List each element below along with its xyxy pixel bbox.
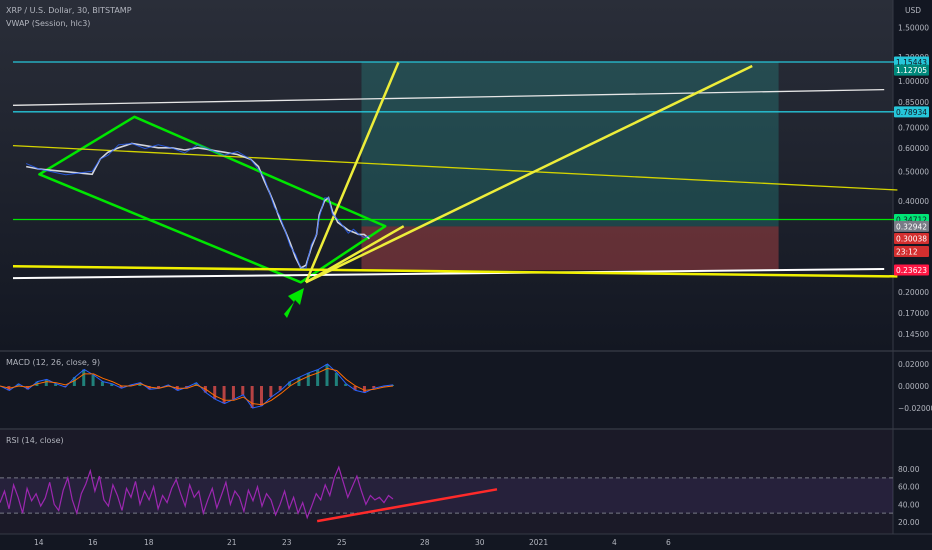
rsi-title: RSI (14, close) xyxy=(6,436,64,445)
macd-histogram-bar xyxy=(213,386,217,400)
macd-tick-label: 0.02000 xyxy=(898,360,929,369)
time-tick-label: 18 xyxy=(144,538,154,547)
time-tick-label: 16 xyxy=(88,538,98,547)
macd-histogram-bar xyxy=(325,364,329,386)
chart-canvas[interactable]: 1.500001.200001.000000.850000.700000.600… xyxy=(0,0,932,550)
time-tick-label: 23 xyxy=(282,538,292,547)
indicator-vwap-label: VWAP (Session, hlc3) xyxy=(6,19,91,28)
price-badge-label: 0.23623 xyxy=(896,266,927,275)
macd-histogram-bar xyxy=(91,375,95,386)
chart-title: XRP / U.S. Dollar, 30, BITSTAMP xyxy=(6,6,132,15)
macd-histogram-bar xyxy=(260,386,263,406)
price-tick-label: 0.70000 xyxy=(898,124,929,133)
macd-title: MACD (12, 26, close, 9) xyxy=(6,358,101,367)
position-profit-zone xyxy=(361,62,779,227)
position-loss-zone xyxy=(361,226,779,271)
macd-histogram-bar xyxy=(100,381,104,386)
price-badge-label: 0.30038 xyxy=(896,235,927,244)
macd-histogram-bar xyxy=(44,379,48,386)
rsi-tick-label: 80.00 xyxy=(898,465,920,474)
macd-histogram-bar xyxy=(222,386,226,404)
macd-tick-label: 0.00000 xyxy=(898,382,929,391)
time-tick-label: 25 xyxy=(337,538,347,547)
price-tick-label: 1.50000 xyxy=(898,24,929,33)
macd-histogram-bar xyxy=(231,386,235,400)
macd-histogram-bar xyxy=(82,369,86,386)
price-tick-label: 0.40000 xyxy=(898,197,929,206)
rsi-tick-label: 20.00 xyxy=(898,518,920,527)
macd-histogram-bar xyxy=(334,372,338,386)
price-tick-label: 1.00000 xyxy=(898,77,929,86)
price-tick-label: 0.14500 xyxy=(898,330,929,339)
macd-histogram-bar xyxy=(250,386,254,408)
price-tick-label: 0.50000 xyxy=(898,168,929,177)
time-tick-label: 30 xyxy=(475,538,485,547)
price-tick-label: 0.20000 xyxy=(898,288,929,297)
price-badge-label: 0.78934 xyxy=(896,108,927,117)
macd-histogram-bar xyxy=(269,386,273,397)
rsi-band-fill xyxy=(0,477,893,514)
rsi-tick-label: 40.00 xyxy=(898,500,920,509)
time-tick-label: 2021 xyxy=(529,538,548,547)
time-tick-label: 4 xyxy=(612,538,617,547)
price-badge-label: 0.32942 xyxy=(896,222,927,231)
macd-histogram-bar xyxy=(241,386,245,395)
time-tick-label: 21 xyxy=(227,538,237,547)
time-tick-label: 6 xyxy=(666,538,671,547)
price-badge-label: 23:12 xyxy=(896,248,918,257)
price-tick-label: 0.85000 xyxy=(898,98,929,107)
price-tick-label: 0.17000 xyxy=(898,309,929,318)
time-tick-label: 28 xyxy=(420,538,430,547)
rsi-tick-label: 60.00 xyxy=(898,483,920,492)
macd-tick-label: −0.02000 xyxy=(898,404,932,413)
currency-label: USD xyxy=(905,6,921,15)
price-badge-label: 1.12705 xyxy=(896,66,927,75)
macd-histogram-bar xyxy=(306,372,310,386)
time-tick-label: 14 xyxy=(34,538,44,547)
price-tick-label: 0.60000 xyxy=(898,144,929,153)
